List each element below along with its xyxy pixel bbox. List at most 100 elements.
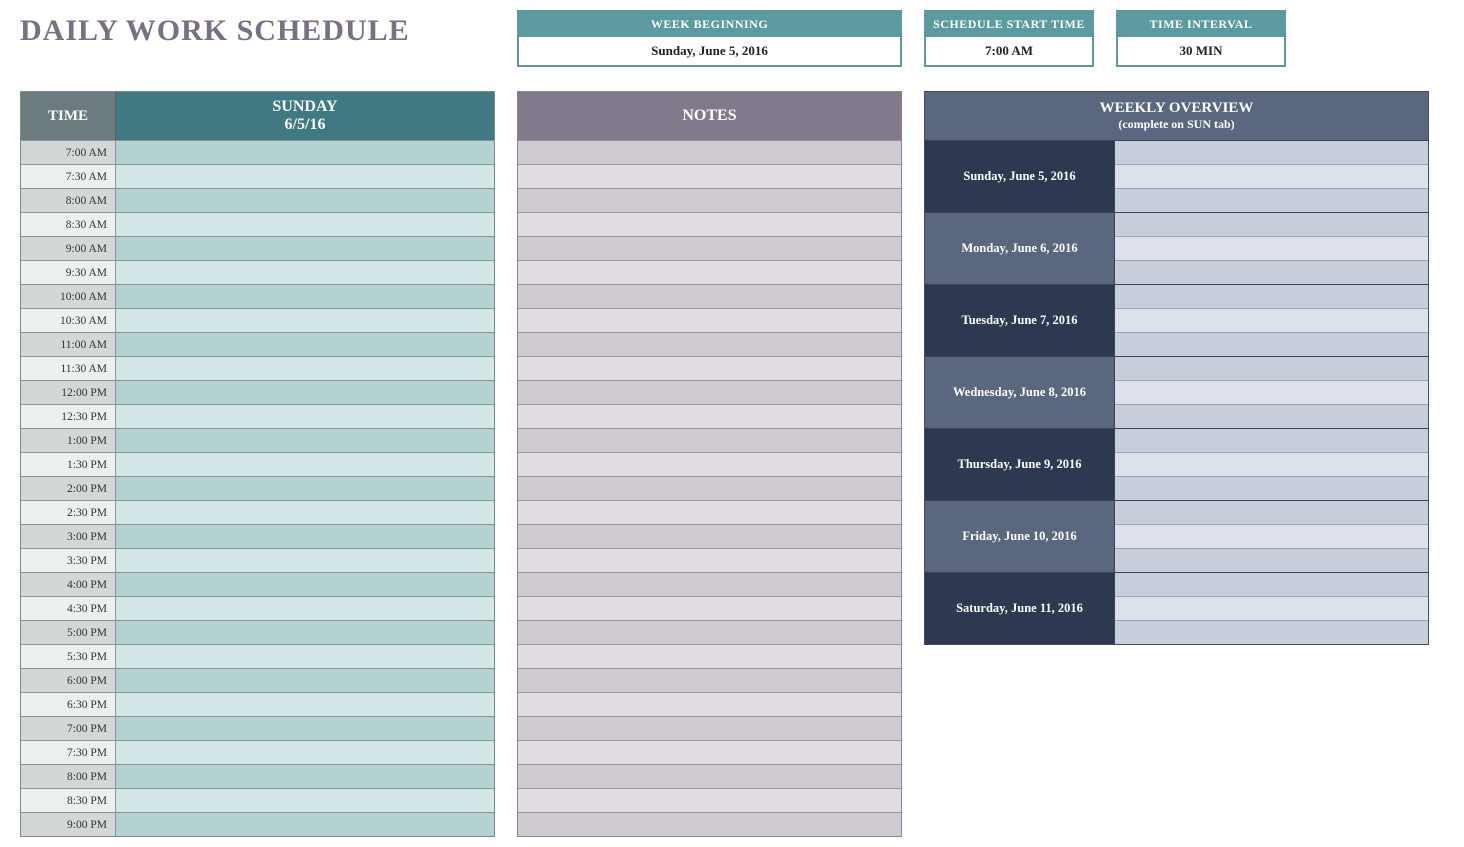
weekly-line[interactable]	[1115, 332, 1428, 356]
notes-row[interactable]	[518, 212, 901, 236]
time-interval-value[interactable]: 30 MIN	[1118, 37, 1284, 65]
schedule-value-cell[interactable]	[116, 693, 494, 716]
weekly-day-group: Monday, June 6, 2016	[925, 212, 1428, 284]
notes-row[interactable]	[518, 716, 901, 740]
week-beginning-value[interactable]: Sunday, June 5, 2016	[519, 37, 900, 65]
schedule-row: 1:30 PM	[21, 452, 494, 476]
weekly-line[interactable]	[1115, 188, 1428, 212]
schedule-value-cell[interactable]	[116, 141, 494, 164]
weekly-line[interactable]	[1115, 380, 1428, 404]
schedule-value-cell[interactable]	[116, 237, 494, 260]
weekly-line[interactable]	[1115, 236, 1428, 260]
schedule-value-cell[interactable]	[116, 189, 494, 212]
schedule-value-cell[interactable]	[116, 621, 494, 644]
schedule-time-cell: 2:30 PM	[21, 501, 116, 524]
notes-row[interactable]	[518, 236, 901, 260]
weekly-line[interactable]	[1115, 596, 1428, 620]
notes-row[interactable]	[518, 668, 901, 692]
start-time-value[interactable]: 7:00 AM	[926, 37, 1092, 65]
schedule-value-cell[interactable]	[116, 333, 494, 356]
weekly-day-date: Wednesday, June 8, 2016	[925, 357, 1115, 428]
notes-row[interactable]	[518, 188, 901, 212]
schedule-value-cell[interactable]	[116, 573, 494, 596]
notes-row[interactable]	[518, 260, 901, 284]
schedule-value-cell[interactable]	[116, 357, 494, 380]
notes-row[interactable]	[518, 140, 901, 164]
schedule-row: 9:00 PM	[21, 812, 494, 836]
weekly-line[interactable]	[1115, 620, 1428, 644]
weekly-line[interactable]	[1115, 260, 1428, 284]
schedule-value-cell[interactable]	[116, 741, 494, 764]
weekly-line[interactable]	[1115, 476, 1428, 500]
weekly-line[interactable]	[1115, 164, 1428, 188]
schedule-day-date: 6/5/16	[285, 116, 326, 134]
schedule-value-cell[interactable]	[116, 405, 494, 428]
notes-row[interactable]	[518, 548, 901, 572]
notes-row[interactable]	[518, 452, 901, 476]
schedule-row: 2:00 PM	[21, 476, 494, 500]
schedule-value-cell[interactable]	[116, 525, 494, 548]
schedule-time-header: TIME	[21, 92, 116, 140]
schedule-row: 8:30 PM	[21, 788, 494, 812]
notes-row[interactable]	[518, 788, 901, 812]
weekly-line[interactable]	[1115, 524, 1428, 548]
schedule-value-cell[interactable]	[116, 381, 494, 404]
schedule-value-cell[interactable]	[116, 501, 494, 524]
schedule-time-cell: 4:00 PM	[21, 573, 116, 596]
schedule-row: 7:30 AM	[21, 164, 494, 188]
notes-row[interactable]	[518, 812, 901, 836]
weekly-line[interactable]	[1115, 357, 1428, 380]
schedule-value-cell[interactable]	[116, 789, 494, 812]
weekly-day-date: Thursday, June 9, 2016	[925, 429, 1115, 500]
notes-row[interactable]	[518, 428, 901, 452]
notes-row[interactable]	[518, 308, 901, 332]
weekly-line[interactable]	[1115, 429, 1428, 452]
weekly-line[interactable]	[1115, 308, 1428, 332]
schedule-row: 6:30 PM	[21, 692, 494, 716]
notes-row[interactable]	[518, 644, 901, 668]
schedule-value-cell[interactable]	[116, 813, 494, 836]
weekly-line[interactable]	[1115, 213, 1428, 236]
notes-row[interactable]	[518, 764, 901, 788]
schedule-value-cell[interactable]	[116, 549, 494, 572]
schedule-value-cell[interactable]	[116, 669, 494, 692]
schedule-value-cell[interactable]	[116, 645, 494, 668]
notes-row[interactable]	[518, 356, 901, 380]
schedule-time-cell: 4:30 PM	[21, 597, 116, 620]
schedule-row: 3:30 PM	[21, 548, 494, 572]
notes-row[interactable]	[518, 332, 901, 356]
notes-row[interactable]	[518, 500, 901, 524]
notes-row[interactable]	[518, 620, 901, 644]
notes-row[interactable]	[518, 572, 901, 596]
notes-row[interactable]	[518, 596, 901, 620]
schedule-row: 9:00 AM	[21, 236, 494, 260]
weekly-line[interactable]	[1115, 548, 1428, 572]
notes-row[interactable]	[518, 476, 901, 500]
schedule-value-cell[interactable]	[116, 765, 494, 788]
notes-row[interactable]	[518, 524, 901, 548]
weekly-line[interactable]	[1115, 452, 1428, 476]
schedule-value-cell[interactable]	[116, 261, 494, 284]
schedule-value-cell[interactable]	[116, 213, 494, 236]
weekly-line[interactable]	[1115, 404, 1428, 428]
weekly-line[interactable]	[1115, 501, 1428, 524]
schedule-row: 10:00 AM	[21, 284, 494, 308]
schedule-row: 7:00 AM	[21, 140, 494, 164]
notes-row[interactable]	[518, 404, 901, 428]
schedule-value-cell[interactable]	[116, 165, 494, 188]
weekly-line[interactable]	[1115, 285, 1428, 308]
weekly-line[interactable]	[1115, 141, 1428, 164]
weekly-line[interactable]	[1115, 573, 1428, 596]
notes-row[interactable]	[518, 284, 901, 308]
notes-row[interactable]	[518, 164, 901, 188]
schedule-value-cell[interactable]	[116, 453, 494, 476]
schedule-value-cell[interactable]	[116, 597, 494, 620]
schedule-value-cell[interactable]	[116, 309, 494, 332]
notes-row[interactable]	[518, 380, 901, 404]
notes-row[interactable]	[518, 740, 901, 764]
schedule-value-cell[interactable]	[116, 285, 494, 308]
schedule-value-cell[interactable]	[116, 429, 494, 452]
schedule-value-cell[interactable]	[116, 477, 494, 500]
notes-row[interactable]	[518, 692, 901, 716]
schedule-value-cell[interactable]	[116, 717, 494, 740]
